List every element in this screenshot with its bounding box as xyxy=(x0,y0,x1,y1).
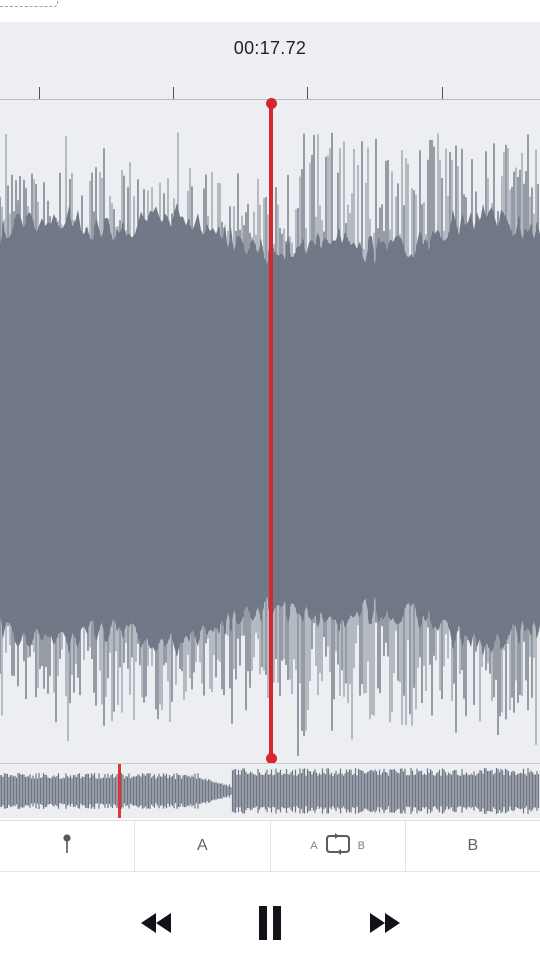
playhead-line[interactable] xyxy=(269,100,273,760)
add-marker-button[interactable] xyxy=(0,821,134,871)
set-a-point-button[interactable]: A xyxy=(134,821,269,871)
overview-waveform-graphic xyxy=(0,768,540,814)
transport-controls xyxy=(0,873,540,960)
set-a-label: A xyxy=(197,837,208,854)
ruler-tick xyxy=(307,87,308,99)
overview-position-marker[interactable] xyxy=(118,764,121,818)
ruler-tick xyxy=(442,87,443,99)
set-b-point-button[interactable]: B xyxy=(404,821,540,871)
fast-forward-icon xyxy=(369,912,401,939)
playhead-top-handle[interactable] xyxy=(266,98,277,109)
selection-outline-fragment xyxy=(0,0,58,7)
set-b-label: B xyxy=(467,837,479,854)
rewind-icon xyxy=(140,912,172,939)
pause-icon xyxy=(258,905,282,945)
pause-button[interactable] xyxy=(254,905,286,945)
pin-icon xyxy=(62,833,72,860)
current-time-readout: 00:17.72 xyxy=(233,38,307,58)
loop-a-label: A xyxy=(310,840,318,852)
loop-b-label: B xyxy=(357,840,365,852)
status-area xyxy=(0,0,540,22)
rewind-button[interactable] xyxy=(136,907,176,943)
ab-loop-icon xyxy=(324,832,352,861)
ruler-tick xyxy=(173,87,174,99)
overview-waveform[interactable] xyxy=(0,764,540,818)
ab-loop-button[interactable]: A B xyxy=(269,821,405,871)
ruler-tick xyxy=(39,87,40,99)
edit-toolbar: A A B B xyxy=(0,820,540,872)
fast-forward-button[interactable] xyxy=(365,907,405,943)
